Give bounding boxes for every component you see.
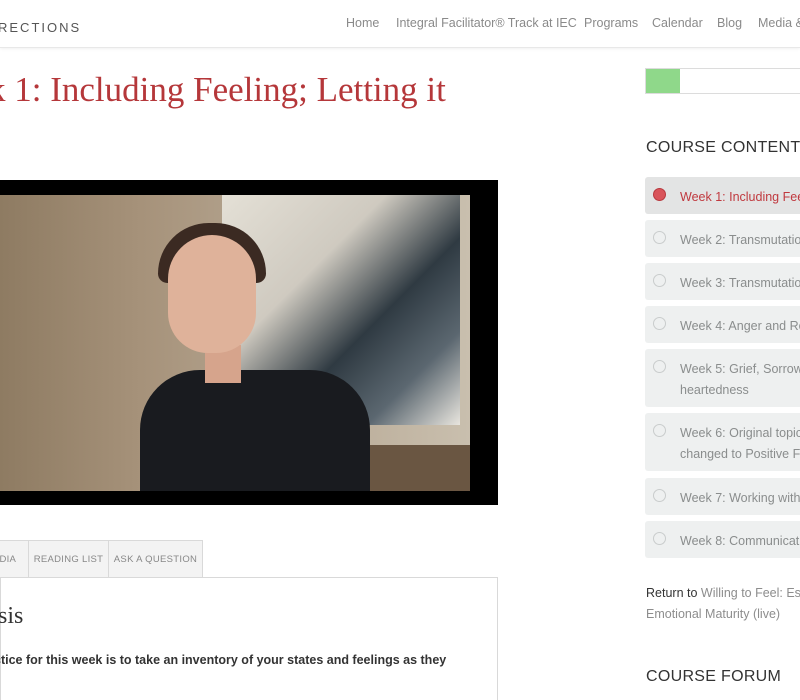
speaker-face [168,235,256,353]
lesson-status-icon [653,317,666,330]
return-to-course: Return to Willing to Feel: Es Emotional M… [646,583,800,625]
tab-reading-list[interactable]: READING LIST [28,540,109,578]
desk [370,445,470,491]
course-progress-bar [645,68,800,94]
lesson-week-2[interactable]: Week 2: Transmutatio [645,220,800,257]
lesson-week-6[interactable]: Week 6: Original topic changed to Positiv… [645,413,800,471]
lesson-title: k 1: Including Feeling; Letting it [0,70,446,109]
course-forum-heading: COURSE FORUM [646,668,782,685]
course-progress-fill [646,69,680,93]
nav-programs[interactable]: Programs [584,16,638,30]
lesson-status-icon [653,231,666,244]
lesson-week-3[interactable]: Week 3: Transmutatio [645,263,800,300]
lesson-label: Week 7: Working with [680,491,800,505]
video-frame-image [0,195,470,491]
lesson-label: Week 3: Transmutatio [680,276,800,290]
lesson-status-icon [653,360,666,373]
lesson-label-line-2: changed to Positive F [680,447,800,461]
lesson-week-7[interactable]: Week 7: Working with [645,478,800,515]
lesson-label: Week 8: Communicati [680,534,800,548]
site-header: RECTIONS Home Integral Facilitator® Trac… [0,0,800,48]
nav-integral-facilitator[interactable]: Integral Facilitator® Track at IEC [396,16,577,30]
tab-ask-a-question[interactable]: ASK A QUESTION [108,540,203,578]
nav-home[interactable]: Home [346,16,379,30]
synopsis-heading: osis [0,603,24,629]
lesson-status-icon [653,424,666,437]
lesson-label-line-1: Week 5: Grief, Sorrow [680,362,800,376]
lesson-status-icon [653,188,666,201]
synopsis-text: ctice for this week is to take an invent… [0,653,447,667]
return-link-line-2: Emotional Maturity (live) [646,607,781,621]
tab-media[interactable]: EDIA [0,540,29,578]
lesson-week-4[interactable]: Week 4: Anger and Re [645,306,800,343]
lesson-label: Week 1: Including Fee [680,190,800,204]
lesson-label: Week 5: Grief, Sorrow heartedness [680,359,800,401]
nav-blog[interactable]: Blog [717,16,742,30]
lesson-label-line-2: heartedness [680,383,749,397]
lesson-label: Week 4: Anger and Re [680,319,800,333]
nav-calendar[interactable]: Calendar [652,16,703,30]
lesson-status-icon [653,532,666,545]
tab-content-panel [0,577,498,700]
lesson-week-5[interactable]: Week 5: Grief, Sorrow heartedness [645,349,800,407]
lesson-label: Week 6: Original topic changed to Positiv… [680,423,800,465]
main-nav: Home Integral Facilitator® Track at IEC … [0,16,800,36]
lesson-week-1[interactable]: Week 1: Including Fee [645,177,800,214]
lesson-label-line-1: Week 6: Original topic [680,426,800,440]
course-content-heading: COURSE CONTENT [646,139,800,156]
lesson-status-icon [653,274,666,287]
lesson-status-icon [653,489,666,502]
nav-media[interactable]: Media & [758,16,800,30]
video-player[interactable] [0,180,498,505]
return-link-line-1: Willing to Feel: Es [700,586,800,600]
lesson-label: Week 2: Transmutatio [680,233,800,247]
return-prefix: Return to [646,586,698,600]
lesson-week-8[interactable]: Week 8: Communicati [645,521,800,558]
speaker-body [140,370,370,491]
